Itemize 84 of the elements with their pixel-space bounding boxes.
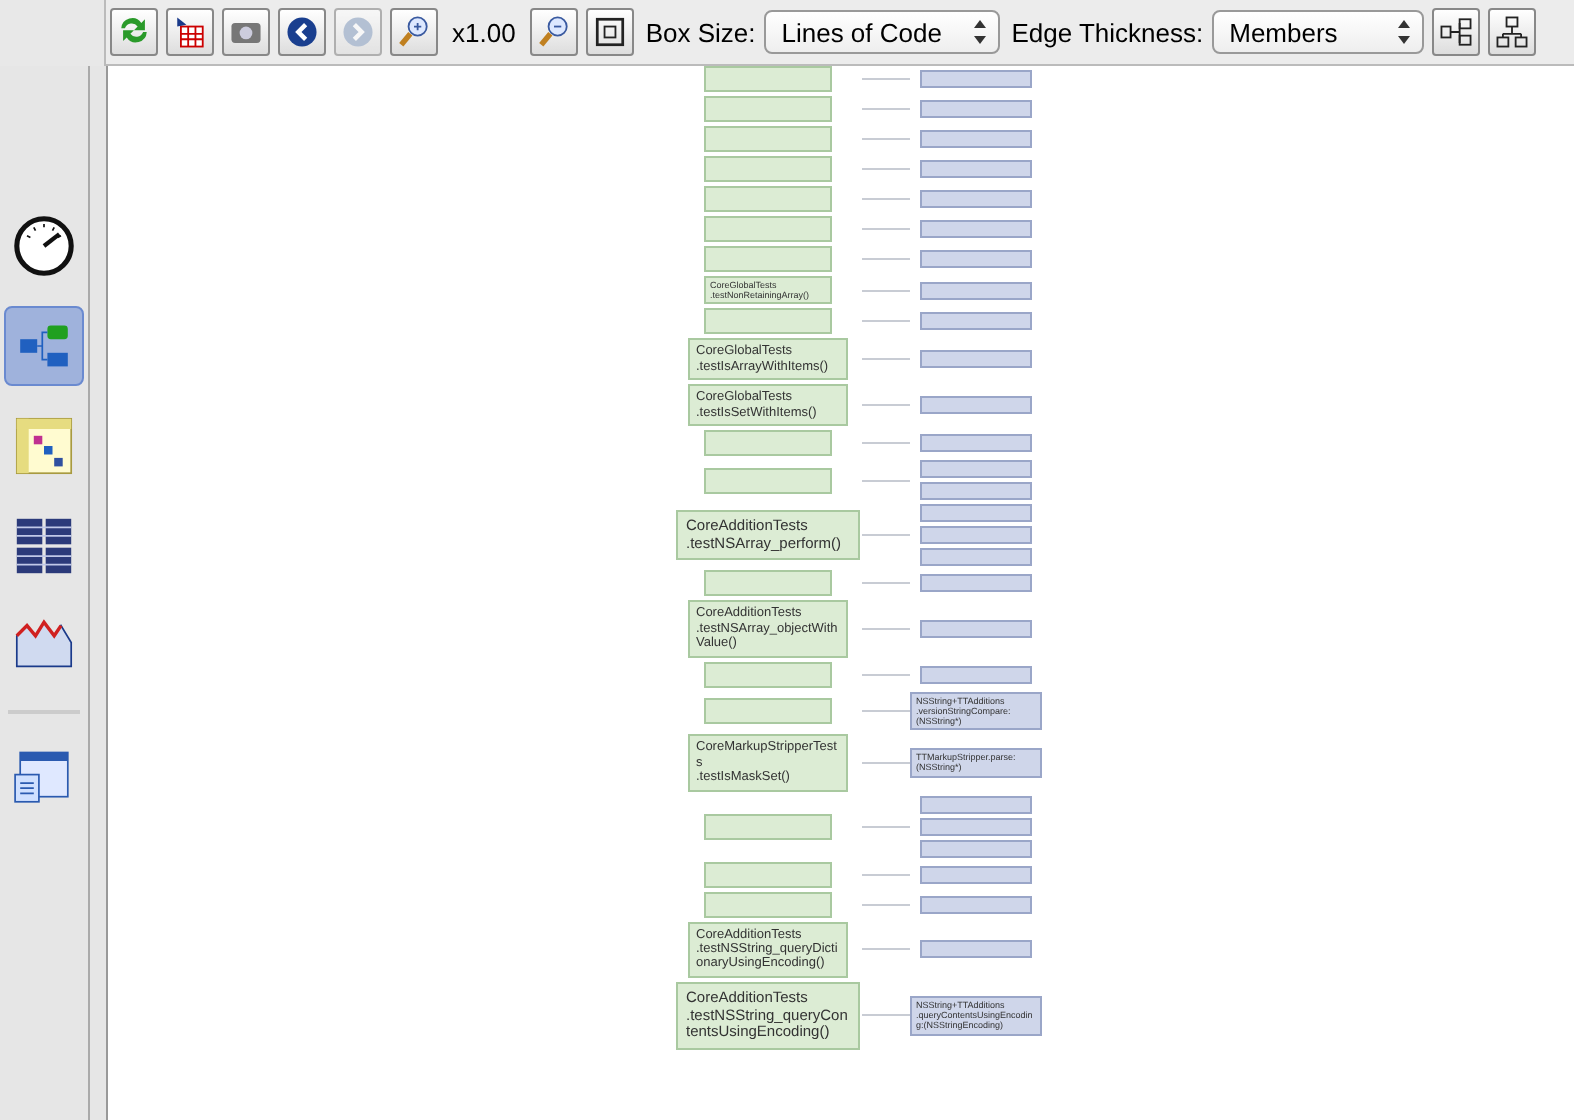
class-node bbox=[920, 526, 1032, 545]
test-node bbox=[704, 813, 832, 840]
class-node bbox=[920, 865, 1032, 884]
tree-layout-icon bbox=[1435, 12, 1476, 52]
test-node bbox=[704, 570, 832, 597]
test-node bbox=[704, 126, 832, 152]
test-node bbox=[704, 891, 832, 918]
class-node bbox=[920, 940, 1032, 959]
matrix-icon bbox=[10, 412, 78, 480]
edge-line bbox=[862, 825, 910, 828]
class-node bbox=[920, 190, 1032, 208]
test-node bbox=[704, 308, 832, 335]
edge-line bbox=[862, 709, 910, 712]
edge-line bbox=[862, 320, 910, 323]
tree-layout-icon bbox=[1491, 12, 1532, 52]
gauge-icon bbox=[10, 212, 78, 280]
edge-thickness-select[interactable]: Members bbox=[1211, 10, 1424, 54]
class-node bbox=[920, 895, 1032, 914]
edge-line bbox=[862, 479, 910, 482]
class-node bbox=[920, 504, 1032, 523]
test-node bbox=[704, 216, 832, 242]
edge-line bbox=[862, 627, 910, 630]
edge-thickness-label: Edge Thickness: bbox=[1011, 17, 1204, 47]
test-node bbox=[704, 467, 832, 494]
edge-line bbox=[862, 404, 910, 407]
class-node bbox=[920, 619, 1032, 638]
class-node bbox=[920, 817, 1032, 836]
test-node bbox=[704, 156, 832, 182]
test-node bbox=[704, 861, 832, 888]
edge-line bbox=[862, 258, 910, 260]
class-node bbox=[920, 350, 1032, 369]
edge-line bbox=[862, 761, 910, 764]
test-node bbox=[704, 661, 832, 688]
test-node bbox=[704, 186, 832, 212]
edge-line bbox=[862, 673, 910, 676]
box-size-label: Box Size: bbox=[645, 17, 756, 47]
stepper-icon bbox=[1397, 20, 1410, 44]
class-node bbox=[920, 434, 1032, 453]
class-node bbox=[920, 130, 1032, 148]
class-node bbox=[920, 396, 1032, 415]
class-node bbox=[920, 574, 1032, 593]
toolbar-button[interactable] bbox=[585, 8, 634, 56]
class-node bbox=[920, 70, 1032, 88]
edge-line bbox=[862, 582, 910, 585]
edge-line bbox=[862, 228, 910, 230]
class-node bbox=[920, 795, 1032, 814]
edge-line bbox=[862, 168, 910, 170]
class-node bbox=[920, 548, 1032, 567]
class-node bbox=[920, 665, 1032, 684]
edge-line bbox=[862, 289, 910, 292]
edge-line bbox=[862, 873, 910, 876]
test-node bbox=[704, 96, 832, 122]
edge-line bbox=[862, 948, 910, 951]
toolbar-button[interactable] bbox=[278, 8, 326, 56]
test-node bbox=[704, 430, 832, 457]
test-node bbox=[704, 66, 832, 92]
test-node bbox=[704, 697, 832, 724]
edge-line bbox=[862, 1014, 910, 1017]
edge-line bbox=[862, 358, 910, 361]
class-node bbox=[920, 160, 1032, 178]
test-node bbox=[704, 246, 832, 272]
edge-line bbox=[862, 78, 910, 80]
toolbar-button[interactable] bbox=[529, 8, 578, 56]
class-node bbox=[920, 250, 1032, 268]
class-node bbox=[920, 482, 1032, 501]
class-node bbox=[920, 839, 1032, 858]
class-node bbox=[920, 312, 1032, 331]
class-node bbox=[920, 281, 1032, 300]
zoom-level: x1.00 bbox=[452, 17, 516, 47]
edge-line bbox=[862, 198, 910, 200]
edge-line bbox=[862, 138, 910, 140]
class-node bbox=[920, 460, 1032, 479]
zoom-in-icon bbox=[394, 12, 434, 52]
edge-line bbox=[862, 108, 910, 110]
box-size-select[interactable]: Lines of Code bbox=[763, 10, 1000, 54]
class-node bbox=[920, 220, 1032, 238]
toolbar-button[interactable] bbox=[1487, 8, 1536, 56]
edge-line bbox=[862, 534, 910, 537]
toolbar-button[interactable] bbox=[390, 8, 438, 56]
stepper-icon bbox=[973, 20, 986, 44]
edge-line bbox=[862, 442, 910, 445]
class-node bbox=[920, 100, 1032, 118]
toolbar-button[interactable] bbox=[1431, 8, 1480, 56]
edge-line bbox=[862, 903, 910, 906]
